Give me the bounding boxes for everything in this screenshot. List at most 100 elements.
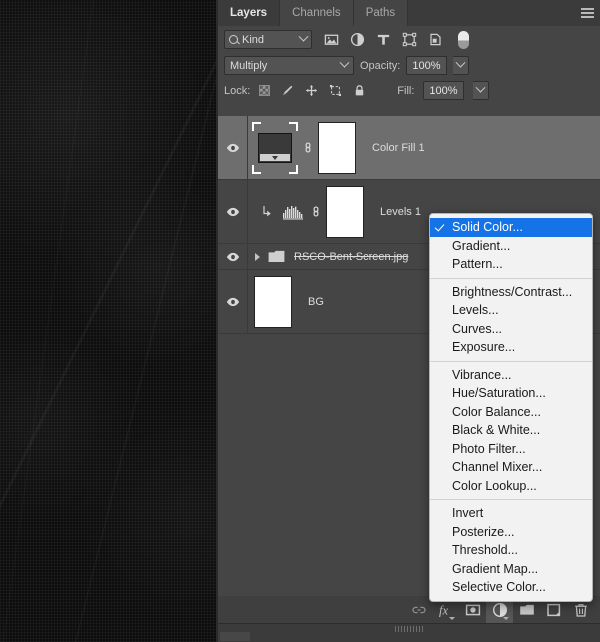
svg-text:fx: fx bbox=[439, 603, 448, 617]
filter-pixel-layers-icon[interactable] bbox=[324, 32, 339, 47]
layer-mask-thumbnail[interactable] bbox=[326, 185, 364, 238]
layer-visibility-toggle[interactable] bbox=[218, 180, 248, 243]
menu-item-exposure[interactable]: Exposure... bbox=[430, 338, 592, 357]
layer-filter-row: Kind bbox=[218, 26, 600, 53]
menu-item-solid-color[interactable]: Solid Color... bbox=[430, 218, 592, 237]
menu-item-label: Channel Mixer... bbox=[452, 460, 543, 475]
levels-histogram-icon bbox=[283, 205, 303, 219]
menu-item-color-balance[interactable]: Color Balance... bbox=[430, 403, 592, 422]
opacity-stepper[interactable] bbox=[452, 56, 469, 75]
layer-visibility-toggle[interactable] bbox=[218, 244, 248, 269]
trash-icon bbox=[574, 603, 587, 617]
menu-item-label: Selective Color... bbox=[452, 580, 546, 595]
filter-kind-select[interactable]: Kind bbox=[224, 30, 312, 49]
eye-icon bbox=[226, 143, 239, 152]
menu-item-gradient-map[interactable]: Gradient Map... bbox=[430, 560, 592, 579]
tab-paths[interactable]: Paths bbox=[353, 0, 409, 26]
menu-item-label: Color Balance... bbox=[452, 404, 541, 419]
group-disclosure-triangle-icon[interactable] bbox=[255, 252, 260, 261]
layer-name[interactable]: RSCO-Bent-Screen.jpg bbox=[294, 251, 408, 263]
menu-item-threshold[interactable]: Threshold... bbox=[430, 541, 592, 560]
tab-channels[interactable]: Channels bbox=[280, 0, 354, 26]
layer-visibility-toggle[interactable] bbox=[218, 270, 248, 333]
folder-icon bbox=[268, 250, 285, 262]
hamburger-menu-icon bbox=[580, 8, 594, 18]
menu-item-label: Posterize... bbox=[452, 524, 515, 539]
opacity-input[interactable]: 100% bbox=[406, 56, 447, 75]
selection-corner-icon bbox=[252, 121, 261, 131]
document-canvas[interactable] bbox=[0, 0, 218, 642]
menu-item-pattern[interactable]: Pattern... bbox=[430, 255, 592, 274]
menu-item-black-and-white[interactable]: Black & White... bbox=[430, 421, 592, 440]
menu-item-channel-mixer[interactable]: Channel Mixer... bbox=[430, 458, 592, 477]
blend-mode-select[interactable]: Multiply bbox=[224, 56, 354, 75]
menu-item-label: Gradient Map... bbox=[452, 561, 539, 576]
menu-item-curves[interactable]: Curves... bbox=[430, 320, 592, 339]
menu-item-label: Exposure... bbox=[452, 340, 516, 355]
filter-enable-toggle[interactable] bbox=[458, 30, 469, 49]
filter-type-icons bbox=[324, 30, 469, 49]
new-layer-icon bbox=[546, 603, 560, 616]
layer-thumbnails bbox=[248, 121, 356, 174]
menu-item-label: Solid Color... bbox=[452, 220, 523, 235]
filter-shape-layers-icon[interactable] bbox=[402, 32, 417, 47]
menu-item-posterize[interactable]: Posterize... bbox=[430, 523, 592, 542]
lock-transparent-pixels-icon[interactable] bbox=[259, 85, 271, 96]
menu-separator bbox=[430, 277, 592, 279]
eye-icon bbox=[226, 297, 239, 306]
fill-input[interactable]: 100% bbox=[423, 81, 464, 100]
folder-icon bbox=[519, 604, 534, 615]
menu-item-label: Levels... bbox=[452, 303, 499, 318]
menu-item-label: Invert bbox=[452, 506, 484, 521]
menu-item-selective-color[interactable]: Selective Color... bbox=[430, 578, 592, 597]
menu-item-label: Threshold... bbox=[452, 543, 519, 558]
lock-image-pixels-icon[interactable] bbox=[281, 84, 294, 97]
menu-item-levels[interactable]: Levels... bbox=[430, 301, 592, 320]
tab-channels-label: Channels bbox=[292, 7, 341, 19]
link-icon[interactable] bbox=[311, 204, 321, 219]
layer-visibility-toggle[interactable] bbox=[218, 116, 248, 179]
panel-resize-strip[interactable] bbox=[218, 623, 600, 642]
link-layers-button[interactable] bbox=[405, 596, 432, 623]
panel-tab-bar: Layers Channels Paths bbox=[218, 0, 600, 26]
layer-thumbnail-selected[interactable] bbox=[252, 121, 298, 174]
menu-item-brightness-contrast[interactable]: Brightness/Contrast... bbox=[430, 283, 592, 302]
new-adjustment-layer-menu[interactable]: Solid Color... Gradient... Pattern... Br… bbox=[429, 213, 593, 602]
link-icon[interactable] bbox=[303, 140, 313, 155]
menu-separator bbox=[430, 499, 592, 500]
selection-corner-icon bbox=[289, 164, 298, 174]
white-thumbnail[interactable] bbox=[254, 275, 292, 328]
lock-all-icon[interactable] bbox=[353, 84, 366, 97]
chevron-down-icon bbox=[339, 57, 350, 68]
photoshop-screenshot: Layers Channels Paths Kind Multiply Opac… bbox=[0, 0, 600, 642]
menu-separator bbox=[430, 360, 592, 362]
filter-smart-object-icon[interactable] bbox=[428, 32, 443, 47]
filter-kind-label: Kind bbox=[242, 33, 265, 46]
monitor-photo-thumbnail bbox=[258, 132, 292, 163]
lock-artboard-nesting-icon[interactable] bbox=[329, 84, 342, 97]
layer-name[interactable]: BG bbox=[308, 296, 324, 308]
filter-adjustment-layers-icon[interactable] bbox=[350, 32, 365, 47]
layer-name[interactable]: Levels 1 bbox=[380, 206, 421, 218]
lock-position-icon[interactable] bbox=[305, 84, 318, 97]
panel-grip-handle[interactable] bbox=[395, 626, 423, 632]
menu-item-photo-filter[interactable]: Photo Filter... bbox=[430, 440, 592, 459]
selection-corner-icon bbox=[289, 121, 298, 131]
filter-type-layers-icon[interactable] bbox=[376, 32, 391, 47]
table-row[interactable]: Color Fill 1 bbox=[218, 116, 600, 180]
tab-layers[interactable]: Layers bbox=[218, 0, 281, 26]
search-icon bbox=[229, 35, 238, 44]
layer-mask-thumbnail[interactable] bbox=[318, 121, 356, 174]
menu-item-label: Gradient... bbox=[452, 238, 511, 253]
opacity-label: Opacity: bbox=[360, 59, 401, 72]
panel-menu-button[interactable] bbox=[574, 0, 600, 26]
menu-item-gradient[interactable]: Gradient... bbox=[430, 237, 592, 256]
menu-item-color-lookup[interactable]: Color Lookup... bbox=[430, 477, 592, 496]
menu-item-hue-saturation[interactable]: Hue/Saturation... bbox=[430, 384, 592, 403]
menu-item-vibrance[interactable]: Vibrance... bbox=[430, 366, 592, 385]
link-icon bbox=[411, 606, 426, 613]
layer-name[interactable]: Color Fill 1 bbox=[372, 142, 425, 154]
blend-mode-row: Multiply Opacity: 100% bbox=[218, 53, 600, 78]
menu-item-invert[interactable]: Invert bbox=[430, 504, 592, 523]
fill-stepper[interactable] bbox=[472, 81, 489, 100]
